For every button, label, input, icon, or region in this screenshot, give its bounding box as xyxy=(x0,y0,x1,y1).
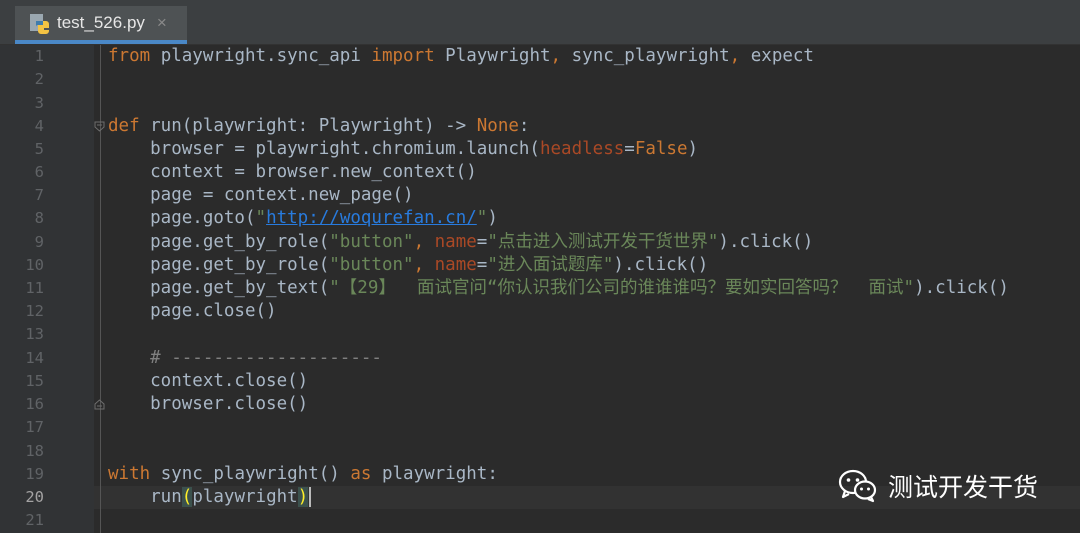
string-literal: "进入面试题库" xyxy=(487,255,614,275)
line-number: 21 xyxy=(25,511,44,529)
keyword: from xyxy=(108,46,151,66)
code-text: = xyxy=(624,139,635,159)
code-line-7: page = context.new_page() xyxy=(108,185,414,205)
watermark-text: 测试开发干货 xyxy=(888,473,1039,502)
comma: , xyxy=(413,232,435,252)
fold-end-icon[interactable] xyxy=(94,399,105,410)
param-name: name xyxy=(434,232,477,252)
python-file-icon xyxy=(29,12,51,34)
code-line-5: browser = playwright.chromium.launch(hea… xyxy=(108,138,698,161)
line-number: 10 xyxy=(25,256,44,274)
code-text: : xyxy=(518,116,530,136)
code-text: playwright xyxy=(192,487,298,507)
code-text: page.goto( xyxy=(108,208,256,228)
line-number: 7 xyxy=(34,186,44,204)
string-quote: " xyxy=(255,208,267,228)
code-line-11: page.get_by_text("【29】 面试官问“你认识我们公司的谁谁谁吗… xyxy=(108,277,1009,300)
line-number: 18 xyxy=(25,442,44,460)
line-number-current: 20 xyxy=(25,488,44,506)
code-text: = xyxy=(476,232,488,252)
line-number: 12 xyxy=(25,302,44,320)
code-line-8: page.goto("http://woqurefan.cn/") xyxy=(108,207,498,230)
code-line-1: from playwright.sync_api import Playwrig… xyxy=(108,45,814,68)
code-line-12: page.close() xyxy=(108,301,277,321)
string-literal: "button" xyxy=(329,255,414,275)
code-text: page.get_by_role( xyxy=(108,232,330,252)
watermark: 测试开发干货 xyxy=(838,466,1038,506)
code-text: ) xyxy=(687,139,699,159)
string-quote: " xyxy=(476,208,488,228)
tab-filename: test_526.py xyxy=(57,13,145,32)
tab-close-icon[interactable]: × xyxy=(157,13,167,33)
line-number: 19 xyxy=(25,465,44,483)
wechat-icon xyxy=(838,469,877,503)
code-line-15: context.close() xyxy=(108,371,309,391)
matched-paren: ( xyxy=(181,487,193,507)
line-number: 2 xyxy=(34,70,44,88)
code-line-19: with sync_playwright() as playwright: xyxy=(108,463,498,486)
code-line-10: page.get_by_role("button", name="进入面试题库"… xyxy=(108,254,708,277)
gutter-divider xyxy=(100,45,101,533)
code-text: expect xyxy=(740,46,814,66)
line-number: 4 xyxy=(34,117,44,135)
code-text: playwright: xyxy=(371,464,498,484)
fold-start-icon[interactable] xyxy=(94,121,105,132)
code-text: browser = playwright.chromium.launch( xyxy=(108,139,540,159)
keyword: with xyxy=(108,464,151,484)
code-line-4: def run(playwright: Playwright) -> None: xyxy=(108,115,529,138)
keyword: def xyxy=(108,116,140,136)
string-literal: "button" xyxy=(329,232,414,252)
param-name: headless xyxy=(539,139,625,159)
string-literal: "点击进入测试开发干货世界" xyxy=(487,232,719,252)
line-number: 5 xyxy=(34,140,44,158)
line-number: 9 xyxy=(34,233,44,251)
tab-test-526-py[interactable]: test_526.py × xyxy=(15,6,187,44)
param-name: name xyxy=(434,255,477,275)
code-text: page.get_by_text( xyxy=(108,278,330,298)
line-number: 1 xyxy=(34,47,44,65)
code-text: run xyxy=(108,487,182,507)
code-line-6: context = browser.new_context() xyxy=(108,162,477,182)
code-text: sync_playwright() xyxy=(150,464,351,484)
comma: , xyxy=(550,46,562,66)
line-number: 13 xyxy=(25,325,44,343)
matched-paren: ) xyxy=(297,487,309,507)
line-number: 3 xyxy=(34,94,44,112)
string-literal: "【29】 面试官问“你认识我们公司的谁谁谁吗？要如实回答吗？ 面试" xyxy=(329,278,915,298)
code-text: Playwright xyxy=(434,46,551,66)
line-number: 17 xyxy=(25,418,44,436)
code-text: ) xyxy=(487,208,498,228)
line-number: 8 xyxy=(34,209,44,227)
url-link[interactable]: http://woqurefan.cn/ xyxy=(266,208,477,228)
code-line-9: page.get_by_role("button", name="点击进入测试开… xyxy=(108,231,813,254)
editor-tab-bar: test_526.py × xyxy=(0,0,1080,45)
code-text: = xyxy=(476,255,488,275)
line-number: 6 xyxy=(34,163,44,181)
line-number: 14 xyxy=(25,349,44,367)
line-number: 16 xyxy=(25,395,44,413)
keyword: False xyxy=(634,139,688,159)
line-number: 11 xyxy=(25,279,44,297)
code-line-14-comment: # -------------------- xyxy=(108,348,382,368)
keyword: None xyxy=(476,116,519,136)
code-text: page.get_by_role( xyxy=(108,255,330,275)
code-text: ).click() xyxy=(613,255,709,275)
code-text: ).click() xyxy=(718,232,814,252)
code-text: run(playwright: Playwright) -> xyxy=(139,116,477,136)
line-number: 15 xyxy=(25,372,44,390)
code-line-20: run(playwright) xyxy=(108,486,312,509)
code-text: ).click() xyxy=(914,278,1009,298)
code-text: playwright.sync_api xyxy=(150,46,372,66)
code-text: sync_playwright xyxy=(561,46,730,66)
comma: , xyxy=(729,46,741,66)
text-caret xyxy=(309,487,312,507)
code-line-16: browser.close() xyxy=(108,394,309,414)
comma: , xyxy=(413,255,435,275)
keyword: as xyxy=(350,464,372,484)
keyword: import xyxy=(371,46,435,66)
